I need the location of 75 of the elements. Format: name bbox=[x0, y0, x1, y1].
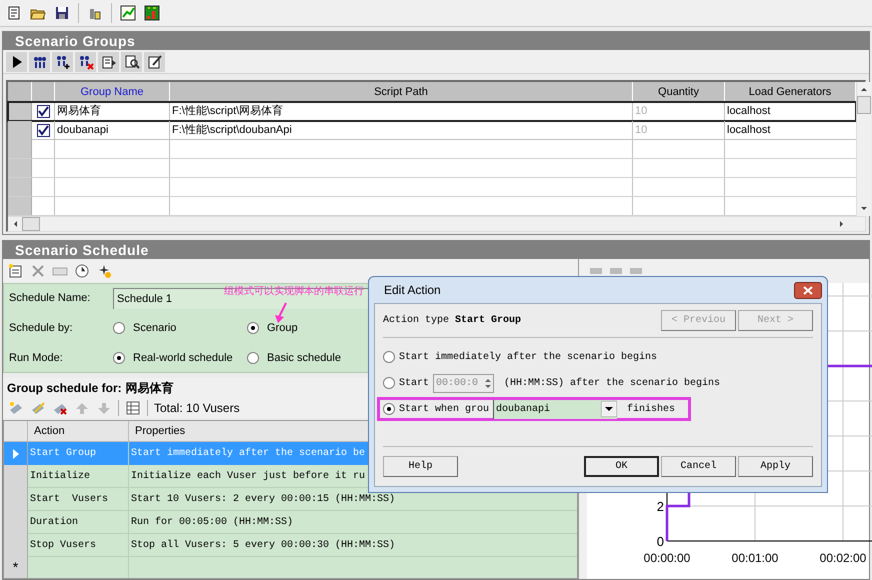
annotation-text: 组模式可以实现脚本的串联运行 bbox=[224, 285, 364, 299]
schedule-by-label: Schedule by: bbox=[9, 320, 74, 336]
column-header[interactable]: Group Name bbox=[55, 82, 170, 102]
horizontal-scrollbar[interactable] bbox=[8, 216, 865, 231]
dialog-button[interactable]: Cancel bbox=[661, 456, 736, 477]
scroll-thumb[interactable] bbox=[857, 96, 871, 114]
total-vusers: Total: 10 Vusers bbox=[154, 400, 240, 417]
table-cell[interactable]: Stop Vusers bbox=[28, 534, 129, 557]
table-cell-text: localhost bbox=[726, 123, 772, 138]
table-cell: 网易体育 bbox=[55, 102, 170, 121]
table-cell: 10 bbox=[633, 121, 725, 140]
table-cell[interactable]: Stop all Vusers: 5 every 00:00:30 (HH:MM:SS) bbox=[129, 534, 577, 557]
new-row-marker: * bbox=[4, 557, 28, 578]
checkbox[interactable] bbox=[36, 124, 50, 137]
schedule-name-label: Schedule Name: bbox=[9, 290, 92, 306]
radio-button[interactable] bbox=[113, 322, 125, 334]
radio-button[interactable] bbox=[113, 352, 125, 364]
close-button[interactable] bbox=[794, 282, 822, 298]
group-schedule-label: Group schedule for: bbox=[7, 380, 122, 397]
option-label[interactable]: Start immediately after the scenario begins bbox=[399, 350, 658, 364]
table-row[interactable]: doubanapi F:\性能\script\doubanApi 10 localhost bbox=[8, 121, 856, 140]
table-cell[interactable]: Start Vusers bbox=[28, 488, 129, 511]
radio-label[interactable]: Real-world schedule bbox=[133, 350, 233, 366]
panel-title: Scenario Schedule bbox=[3, 241, 869, 259]
clock-icon[interactable] bbox=[74, 263, 90, 279]
row-header[interactable] bbox=[8, 102, 32, 121]
radio-label[interactable]: Group bbox=[267, 320, 298, 336]
table-cell: doubanapi bbox=[55, 121, 170, 140]
document-icon[interactable] bbox=[6, 5, 22, 21]
close-icon bbox=[803, 286, 813, 294]
column-header[interactable]: Quantity bbox=[633, 82, 725, 102]
run-mode-label: Run Mode: bbox=[9, 350, 64, 366]
radio-button[interactable] bbox=[247, 322, 259, 334]
option-suffix: (HH:MM:SS) after the scenario begins bbox=[504, 376, 720, 390]
save-icon[interactable] bbox=[54, 5, 70, 21]
table-cell[interactable]: Duration bbox=[28, 511, 129, 534]
scroll-thumb[interactable] bbox=[22, 217, 40, 231]
new-schedule-icon[interactable] bbox=[8, 263, 24, 279]
table-row[interactable]: 网易体育 F:\性能\script\网易体育 10 localhost bbox=[8, 102, 856, 121]
option-label[interactable]: Start when grou bbox=[399, 402, 490, 416]
dialog-button[interactable]: Apply bbox=[738, 456, 813, 477]
table-cell-text: localhost bbox=[726, 104, 772, 119]
dialog-button[interactable]: OK bbox=[584, 456, 659, 477]
action-type-text: Action type Start Group bbox=[383, 314, 522, 328]
axis-label: 00:01:00 bbox=[732, 551, 778, 565]
group-schedule-name: 网易体育 bbox=[126, 380, 174, 397]
chart-icon[interactable] bbox=[120, 5, 136, 21]
radio-button[interactable] bbox=[383, 403, 395, 415]
axis-label: 00:00:00 bbox=[644, 551, 690, 565]
group-dropdown[interactable]: doubanapi bbox=[493, 400, 618, 418]
vertical-scrollbar[interactable] bbox=[856, 82, 871, 216]
table-icon[interactable] bbox=[125, 400, 141, 416]
radio-label[interactable]: Scenario bbox=[133, 320, 176, 336]
checkbox[interactable] bbox=[36, 105, 50, 118]
dialog-button[interactable]: Help bbox=[383, 456, 458, 477]
table-cell: F:\性能\script\网易体育 bbox=[170, 102, 633, 121]
table-cell[interactable]: Run for 00:05:00 (HH:MM:SS) bbox=[129, 511, 577, 534]
option-label[interactable]: Start bbox=[399, 376, 430, 390]
table-cell[interactable]: Initialize bbox=[28, 465, 129, 488]
radio-button[interactable] bbox=[383, 351, 395, 363]
axis-label: 2 bbox=[656, 499, 664, 514]
axis-label: 0 bbox=[656, 534, 664, 549]
table-cell: F:\性能\script\doubanApi bbox=[170, 121, 633, 140]
column-header[interactable]: Script Path bbox=[170, 82, 633, 102]
annotation-arrow bbox=[274, 302, 288, 324]
axis-label: 00:02:00 bbox=[820, 551, 866, 565]
radio-button[interactable] bbox=[383, 377, 395, 389]
dropdown-arrow-icon[interactable] bbox=[601, 401, 618, 417]
radio-label[interactable]: Basic schedule bbox=[267, 350, 341, 366]
option-suffix: finishes bbox=[627, 402, 676, 416]
table-cell: 10 bbox=[633, 102, 725, 121]
current-row-icon bbox=[12, 448, 18, 458]
grid-chart-icon[interactable] bbox=[144, 5, 160, 21]
panel-title: Scenario Groups bbox=[3, 32, 869, 50]
radio-button[interactable] bbox=[247, 352, 259, 364]
